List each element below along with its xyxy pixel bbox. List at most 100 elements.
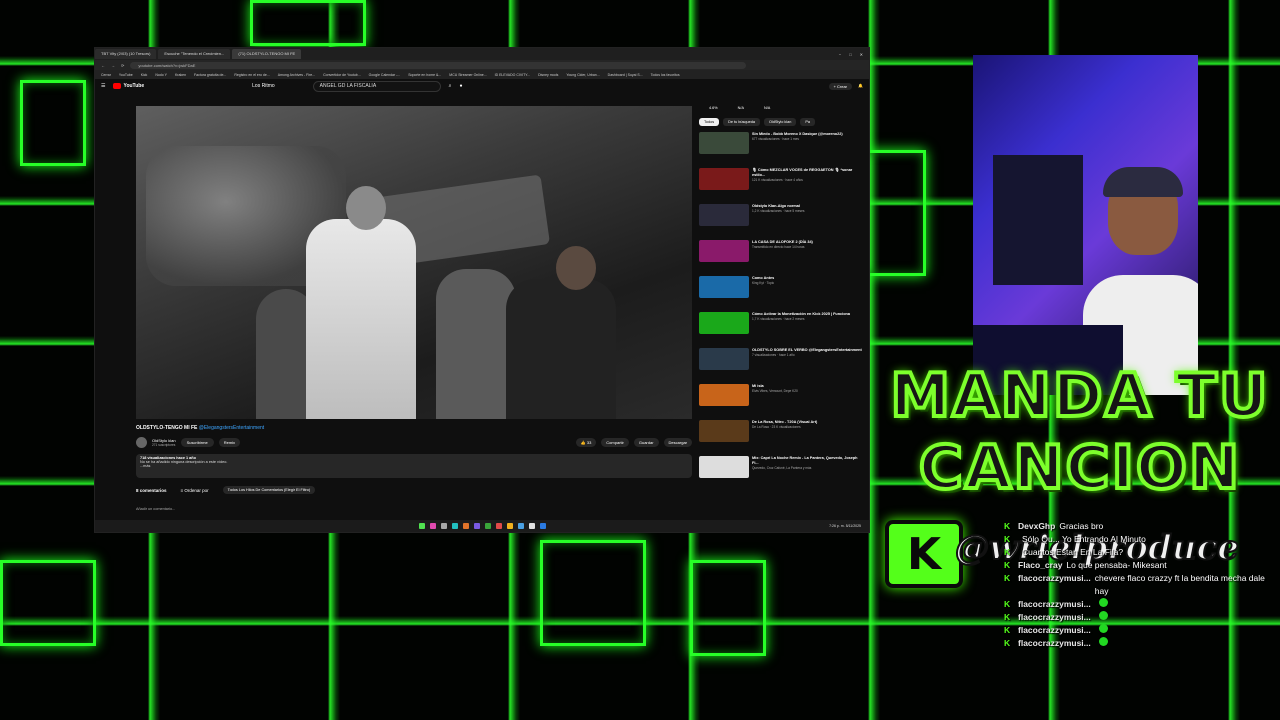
recommendation-item[interactable]: Cómo Activar la Monetización en Kick 202… xyxy=(699,312,864,345)
taskbar-app-icon[interactable] xyxy=(517,523,524,529)
recommendation-thumbnail[interactable] xyxy=(699,240,749,262)
share-button[interactable]: Compartir xyxy=(601,437,629,447)
like-button[interactable]: 👍 33 xyxy=(575,437,597,447)
channel-avatar[interactable] xyxy=(136,436,147,448)
bookmark-item[interactable]: Factura gratuita de... xyxy=(194,73,226,77)
recommendation-item[interactable]: Como Antes King Kyt · Topic xyxy=(699,276,864,309)
recommendation-title[interactable]: Mix: Capri La Noche Remix - La Pantera, … xyxy=(752,456,864,466)
recommendations-sidebar: 4.6% N/A N/A Todos De tu búsqueda OldSty… xyxy=(699,106,864,492)
bookmark-item[interactable]: MCU Streamer Online... xyxy=(449,73,486,77)
bookmark-item[interactable]: Nodo Y xyxy=(155,73,167,77)
description-more-link[interactable]: ...más xyxy=(140,464,688,468)
recommendation-thumbnail[interactable] xyxy=(699,348,749,370)
taskbar-app-icon[interactable] xyxy=(484,523,491,529)
taskbar-app-icon[interactable] xyxy=(528,523,535,529)
taskbar-app-icon[interactable] xyxy=(473,523,480,529)
chat-username[interactable]: flacocrazzymusi... xyxy=(1018,572,1091,598)
bookmark-item[interactable]: Todos los favoritos xyxy=(651,73,680,77)
comment-filter-chip[interactable]: Todos Los Hilos De Comentarios (Elegir E… xyxy=(222,486,316,494)
recommendation-item[interactable]: Mi isla Elvis Vibes, Vemount, Depe K20 xyxy=(699,384,864,417)
chat-message: K Cuantos Estan En La Fila? xyxy=(1004,546,1280,559)
menu-icon[interactable]: ☰ xyxy=(101,83,105,89)
download-button[interactable]: Descargar xyxy=(663,437,692,447)
bookmark-item[interactable]: Among Archives - Fire... xyxy=(278,73,315,77)
recommendation-item[interactable]: LA CASA DE ALOFOKE 2 (DÍA 34) Transmitido… xyxy=(699,240,864,273)
bookmark-item[interactable]: ID ELEVADO CIVITY... xyxy=(495,73,530,77)
bookmark-item[interactable]: Kraken xyxy=(175,73,186,77)
maximize-icon[interactable]: □ xyxy=(849,52,851,57)
recommendation-title[interactable]: 🎙 Cómo MEZCLAR VOCES de REGGAETON 🎙 *son… xyxy=(752,168,864,178)
bookmark-item[interactable]: Dashboard | Suyai S... xyxy=(608,73,643,77)
bookmark-item[interactable]: Disney mods xyxy=(538,73,558,77)
taskbar-app-icon[interactable] xyxy=(462,523,469,529)
taskbar-app-icon[interactable] xyxy=(506,523,513,529)
recommendation-thumbnail[interactable] xyxy=(699,420,749,442)
taskbar-app-icon[interactable] xyxy=(451,523,458,529)
taskbar-app-icon[interactable] xyxy=(440,523,447,529)
bookmark-item[interactable]: Cerrar xyxy=(101,73,111,77)
youtube-logo[interactable]: YouTube xyxy=(113,83,144,89)
browser-tab[interactable]: Escuche "Tenendo el Crecimien... xyxy=(158,49,231,59)
bookmark-item[interactable]: Young Cider, Urban... xyxy=(566,73,599,77)
taskbar-app-icon[interactable] xyxy=(418,523,425,529)
chat-username[interactable]: flacocrazzymusi... xyxy=(1018,637,1091,650)
chip-all[interactable]: Todos xyxy=(699,118,720,126)
search-input[interactable]: ANGEL GD LA FISCALIA xyxy=(312,80,441,92)
chat-username[interactable]: Flaco_cray xyxy=(1018,559,1062,572)
remix-button[interactable]: Remix xyxy=(218,437,241,447)
taskbar-app-icon[interactable] xyxy=(429,523,436,529)
save-button[interactable]: Guardar xyxy=(633,437,659,447)
search-icon[interactable]: ⌕ xyxy=(449,83,452,89)
chat-username[interactable]: flacocrazzymusi... xyxy=(1018,611,1091,624)
close-icon[interactable]: ✕ xyxy=(860,52,863,57)
recommendation-item[interactable]: De La Rosa, Nitro - T20A (Visual Art) De … xyxy=(699,420,864,453)
chat-text: Sólo Qu... Yo Entrando Al Minuto xyxy=(1022,534,1146,544)
recommendation-thumbnail[interactable] xyxy=(699,204,749,226)
chip-search[interactable]: De tu búsqueda xyxy=(723,118,760,126)
sort-button[interactable]: ≡ Ordenar por xyxy=(181,488,209,493)
chip-more[interactable]: Pa xyxy=(800,118,815,126)
kick-badge-icon: K xyxy=(1004,625,1011,635)
chat-username[interactable]: flacocrazzymusi... xyxy=(1018,624,1091,637)
description-box[interactable]: 718 visualizaciones hace 1 año No se ha … xyxy=(136,454,692,478)
back-icon[interactable]: ← xyxy=(101,63,105,68)
browser-tab-active[interactable]: (71) OLDSTYLO-TENGO MI FE xyxy=(232,49,302,59)
subscribe-button[interactable]: Suscribirme xyxy=(180,437,214,447)
chat-username[interactable]: flacocrazzymusi... xyxy=(1018,598,1091,611)
minimize-icon[interactable]: − xyxy=(839,52,841,57)
recommendation-thumbnail[interactable] xyxy=(699,312,749,334)
bookmark-item[interactable]: Google Calendar -... xyxy=(369,73,401,77)
recommendation-thumbnail[interactable] xyxy=(699,276,749,298)
taskbar-app-icon[interactable] xyxy=(539,523,546,529)
url-field[interactable]: youtube.com/watch?v=jwkFDaE xyxy=(130,61,747,69)
notifications-icon[interactable]: 🔔 xyxy=(858,83,863,90)
chip-channel[interactable]: OldStylo klan xyxy=(763,118,797,126)
reload-icon[interactable]: ⟳ xyxy=(121,63,124,68)
kick-badge-icon: K xyxy=(1004,547,1011,557)
video-player[interactable] xyxy=(136,106,692,419)
recommendation-item[interactable]: Sin Miedo - Bobb Moreno X Dasique (@more… xyxy=(699,132,864,165)
channel-name[interactable]: OldStylo klan xyxy=(152,438,176,443)
channel-chip[interactable]: Los Ritmo xyxy=(252,83,275,89)
recommendation-thumbnail[interactable] xyxy=(699,132,749,154)
create-button[interactable]: + Crear xyxy=(828,82,853,90)
recommendation-item[interactable]: Mix: Capri La Noche Remix - La Pantera, … xyxy=(699,456,864,489)
video-title-link[interactable]: @ElegangstersEntertainment xyxy=(199,425,264,431)
recommendation-item[interactable]: 🎙 Cómo MEZCLAR VOCES de REGGAETON 🎙 *son… xyxy=(699,168,864,201)
mic-icon[interactable]: ● xyxy=(459,83,462,89)
recommendation-item[interactable]: OLDSTYLO SOBRE EL VERBO @ElegangstersEnt… xyxy=(699,348,864,381)
taskbar-app-icon[interactable] xyxy=(495,523,502,529)
bookmark-item[interactable]: Convertidor de Youtub... xyxy=(323,73,361,77)
add-comment-input[interactable]: Añadir un comentario... xyxy=(136,507,175,511)
recommendation-thumbnail[interactable] xyxy=(699,456,749,478)
bookmark-item[interactable]: Registro en el ero de... xyxy=(234,73,269,77)
browser-tab[interactable]: TBT Vity (2/03) (10 Tresors) xyxy=(95,49,157,59)
forward-icon[interactable]: → xyxy=(111,63,115,68)
bookmark-item[interactable]: Soporte en home &... xyxy=(408,73,441,77)
recommendation-thumbnail[interactable] xyxy=(699,168,749,190)
recommendation-thumbnail[interactable] xyxy=(699,384,749,406)
bookmark-item[interactable]: Kick xyxy=(141,73,148,77)
recommendation-item[interactable]: Oldstylo Klan-Algo normal 1,2 K visualiza… xyxy=(699,204,864,237)
bookmark-item[interactable]: YouTube xyxy=(119,73,133,77)
chat-username[interactable]: DevxGhp xyxy=(1018,520,1055,533)
